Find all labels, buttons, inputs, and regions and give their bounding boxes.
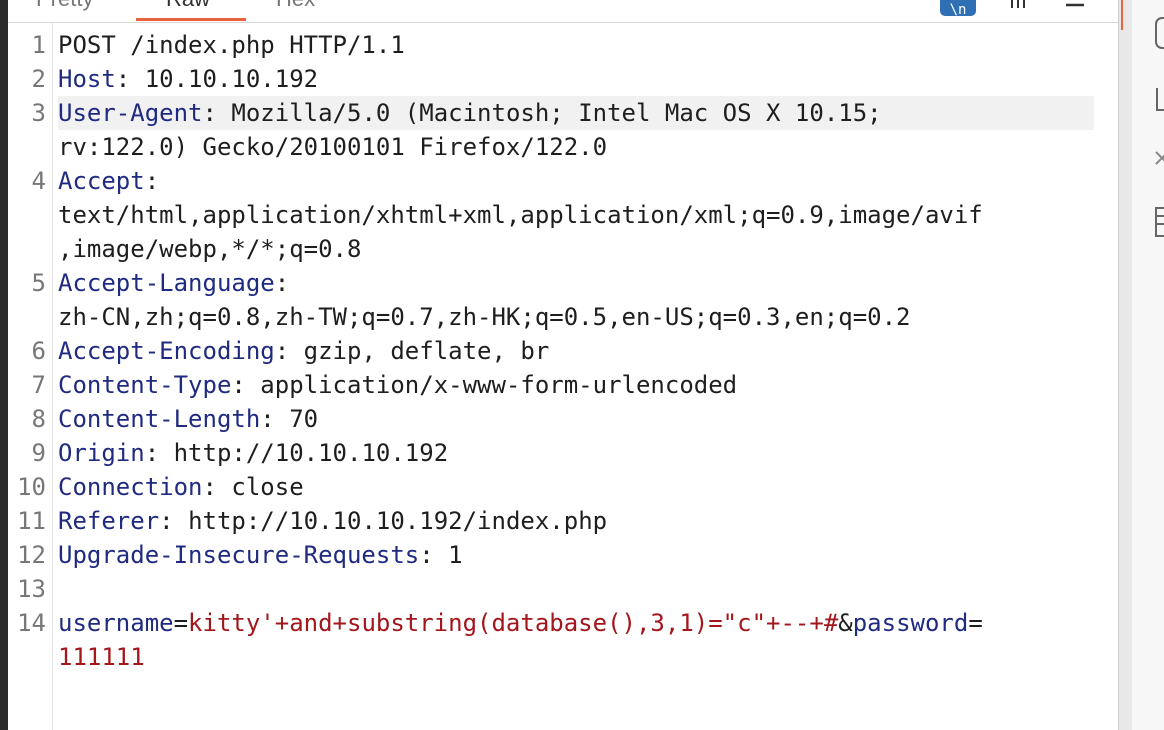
header-value: Mozilla/5.0 (Macintosh; Intel Mac OS X 1… [231,99,882,127]
current-line-highlight: User-Agent: Mozilla/5.0 (Macintosh; Inte… [58,96,1094,130]
line-number: 6 [31,337,46,365]
menu-icon[interactable] [1064,0,1086,18]
request-line-5: 5 Accept-Language: zh-CN,zh;q=0.8,zh-TW;… [32,266,1118,334]
empty-line [58,572,1118,606]
header-value: close [231,473,304,501]
request-line-14: 14 username=kitty'+and+substring(databas… [17,606,1118,674]
inspector-accent-mark [1121,0,1123,30]
request-line-9: 9 Origin: http://10.10.10.192 [32,436,1118,470]
header-name: Content-Length [58,405,261,433]
request-body: username=kitty'+and+substring(database()… [58,609,983,637]
raw-request-text[interactable]: 1 POST /index.php HTTP/1.1 2 Host: 10.10… [17,28,1118,674]
request-line-11: 11 Referer: http://10.10.10.192/index.ph… [17,504,1118,538]
header-value: 1 [448,541,463,569]
header-name: Content-Type [58,371,232,399]
request-line-6: 6 Accept-Encoding: gzip, deflate, br [32,334,1118,368]
header-name: Host [58,65,116,93]
header-value: 10.10.10.192 [144,65,319,93]
wrap-badge: \n [940,0,976,18]
newline-icon[interactable] [1008,0,1030,18]
wrap-icon[interactable]: \n [940,0,976,18]
line-number: 1 [31,31,46,59]
header-value: application/x-www-form-urlencoded [260,371,738,399]
message-view-tabs: Pretty Raw Hex \n [8,0,1118,23]
line-number: 8 [31,405,46,433]
panel-splitter[interactable] [1118,0,1133,730]
param-name: password [852,609,969,637]
line-number: 3 [31,99,46,127]
param-separator: & [838,609,853,637]
line-number: 14 [17,609,46,637]
header-value: gzip, deflate, br [303,337,550,365]
request-editor[interactable]: 1 POST /index.php HTTP/1.1 2 Host: 10.10… [8,23,1118,730]
request-line: POST /index.php HTTP/1.1 [58,31,405,59]
header-value: http://10.10.10.192/index.php [188,507,608,535]
header-name: Referer [58,507,160,535]
tab-hex[interactable]: Hex [276,0,315,12]
active-tab-indicator [136,18,246,21]
param-name: username [58,609,174,637]
request-line-12: 12 Upgrade-Insecure-Requests: 1 [17,538,1118,572]
request-line-3: 3 User-Agent: Mozilla/5.0 (Macintosh; In… [32,96,1118,164]
header-name: User-Agent [58,99,203,127]
request-line-1: 1 POST /index.php HTTP/1.1 [32,28,1118,62]
header-name: Accept [58,167,145,195]
request-line-4: 4 Accept: text/html,application/xhtml+xm… [32,164,1118,266]
tab-pretty[interactable]: Pretty [36,0,93,12]
inspector-sidebar [1132,0,1164,730]
line-number: 10 [17,473,46,501]
line-number: 2 [31,65,46,93]
line-number: 7 [31,371,46,399]
header-name: Accept-Language [58,269,275,297]
request-line-8: 8 Content-Length: 70 [32,402,1118,436]
param-value: 111111 [58,643,145,671]
request-line-13: 13 [17,572,1118,606]
header-value-wrapped: rv:122.0) Gecko/20100101 Firefox/122.0 [58,133,608,161]
header-value: 70 [289,405,319,433]
line-number: 11 [17,507,46,535]
header-value-wrapped: text/html,application/xhtml+xml,applicat… [58,201,983,229]
header-name: Connection [58,473,203,501]
tab-raw[interactable]: Raw [166,0,210,12]
header-value: http://10.10.10.192 [173,439,449,467]
line-number: 5 [31,269,46,297]
request-line-10: 10 Connection: close [17,470,1118,504]
notes-icon[interactable] [1154,86,1164,118]
inspector-icon[interactable] [1154,16,1164,54]
header-name: Upgrade-Insecure-Requests [58,541,420,569]
left-panel-edge [0,0,8,730]
param-value: kitty'+and+substring(database(),3,1)="c"… [188,609,839,637]
request-line-7: 7 Content-Type: application/x-www-form-u… [32,368,1118,402]
header-name: Origin [58,439,145,467]
line-number: 4 [31,167,46,195]
line-number: 13 [17,575,46,603]
line-number: 9 [31,439,46,467]
line-number: 12 [17,541,46,569]
header-value-wrapped: zh-CN,zh;q=0.8,zh-TW;q=0.7,zh-HK;q=0.5,e… [58,303,911,331]
header-name: Accept-Encoding [58,337,275,365]
close-icon[interactable] [1154,148,1164,172]
request-line-2: 2 Host: 10.10.10.192 [32,62,1118,96]
list-icon[interactable] [1154,206,1164,242]
header-value-wrapped: ,image/webp,*/*;q=0.8 [58,235,362,263]
